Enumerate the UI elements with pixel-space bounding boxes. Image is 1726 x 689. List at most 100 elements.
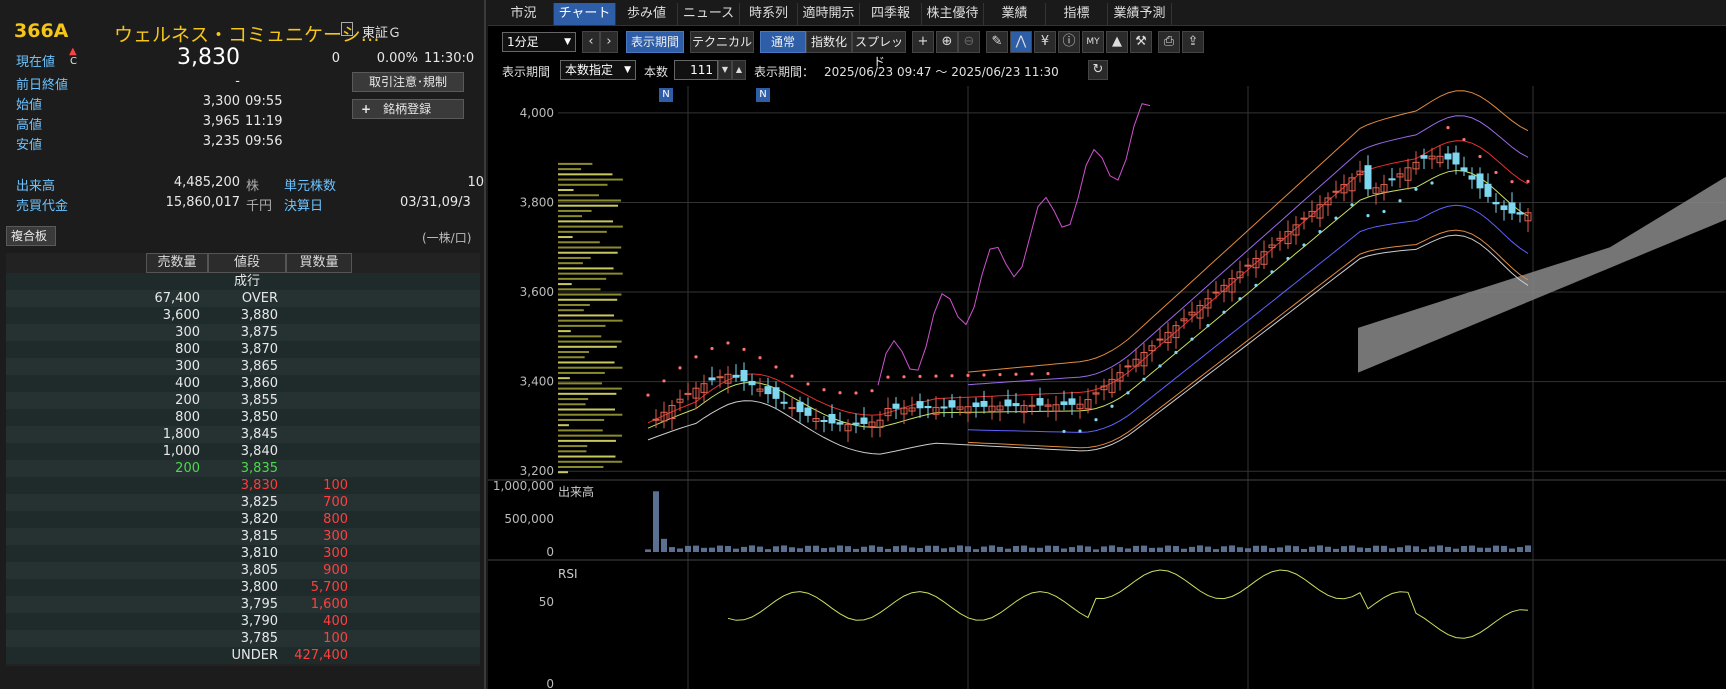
display-period-button[interactable]: 表示期間 [626, 31, 684, 53]
volume-bar [1093, 549, 1099, 552]
candle-body [1028, 404, 1036, 407]
volume-profile-bar [558, 314, 615, 317]
volume-bar [877, 546, 883, 552]
volume-bar [1037, 547, 1043, 552]
sar-dot [1062, 429, 1066, 434]
volume-profile-bar [558, 246, 622, 249]
crosshair-icon[interactable]: + [912, 31, 934, 53]
count-input[interactable]: 111 [674, 60, 718, 80]
order-book-row[interactable]: 1,800 3,845 [6, 426, 480, 443]
technical-button[interactable]: テクニカル [690, 31, 754, 53]
tab-3[interactable]: ニュース [678, 3, 740, 25]
volume-profile-bar [558, 455, 616, 458]
order-book-row[interactable]: 67,400 OVER [6, 290, 480, 307]
period-mode-select[interactable]: 本数指定 ▼ [560, 60, 636, 80]
volume-pane-label: 出来高 [558, 484, 594, 499]
tab-1[interactable]: チャート [554, 3, 616, 25]
tab-10[interactable]: 業績予測 [1108, 3, 1172, 25]
volume-bar [733, 548, 739, 552]
candle-body [740, 370, 748, 382]
moving-average-line [647, 140, 1529, 424]
plus-icon: + [361, 102, 372, 116]
tab-5[interactable]: 適時開示 [798, 3, 860, 25]
order-book-row[interactable]: 3,785 100 [6, 630, 480, 647]
area-chart-icon[interactable]: ▲ [1106, 31, 1128, 53]
sell-qty-cell: 200 [175, 461, 200, 476]
tab-7[interactable]: 株主優待 [922, 3, 984, 25]
count-up-icon[interactable]: ▲ [732, 60, 746, 80]
zoom-out-icon[interactable]: ⊖ [958, 31, 980, 53]
order-book-row[interactable]: 400 3,860 [6, 375, 480, 392]
refresh-icon[interactable]: ↻ [1088, 60, 1108, 80]
register-button[interactable]: + 銘柄登録 [352, 99, 464, 119]
order-book-row[interactable]: 3,830 100 [6, 477, 480, 494]
normal-button[interactable]: 通常 [760, 31, 806, 53]
export-icon[interactable]: ⇪ [1182, 31, 1204, 53]
sell-qty-cell: 1,000 [162, 444, 200, 459]
order-book-row[interactable]: 3,800 5,700 [6, 579, 480, 596]
trade-caution-button[interactable]: 取引注意･規制 [352, 72, 464, 92]
volume-bar [1117, 547, 1123, 552]
sell-qty-cell: 1,800 [162, 427, 200, 442]
volume-bar [757, 546, 763, 552]
spread-button[interactable]: スプレッド [852, 31, 906, 69]
order-book-row[interactable]: 3,810 300 [6, 545, 480, 562]
order-book-row[interactable]: 成行 [6, 273, 480, 290]
trend-icon[interactable]: ⋀ [1010, 31, 1032, 53]
document-icon[interactable] [341, 22, 353, 36]
yen-icon[interactable]: ¥ [1034, 31, 1056, 53]
low-label: 安値 [16, 138, 43, 153]
volume-profile-bar [558, 382, 602, 385]
interval-select[interactable]: 1分足 ▼ [502, 32, 576, 52]
tab-9[interactable]: 指標 [1046, 3, 1108, 25]
order-book-row[interactable]: UNDER 427,400 [6, 647, 480, 664]
candle-body [972, 402, 980, 408]
composite-board-button[interactable]: 複合板 [6, 226, 56, 246]
order-book-row[interactable]: 3,795 1,600 [6, 596, 480, 613]
order-book-row[interactable]: 800 3,850 [6, 409, 480, 426]
volume-bar [1373, 545, 1379, 552]
order-book-row[interactable]: 200 3,855 [6, 392, 480, 409]
tab-2[interactable]: 歩み値 [616, 3, 678, 25]
volume-bar [1317, 545, 1323, 552]
volume-profile-bar [558, 241, 600, 244]
volume-bar [709, 547, 715, 552]
volume-bar [1205, 546, 1211, 552]
open-label: 始値 [16, 98, 43, 113]
order-book-row[interactable]: 300 3,875 [6, 324, 480, 341]
prev-icon[interactable]: ‹ [582, 31, 600, 53]
next-icon[interactable]: › [600, 31, 618, 53]
order-book-row[interactable]: 3,820 800 [6, 511, 480, 528]
order-book-row[interactable]: 800 3,870 [6, 341, 480, 358]
count-down-icon[interactable]: ▼ [718, 60, 732, 80]
tab-8[interactable]: 業績 [984, 3, 1046, 25]
news-marker-0[interactable]: N [659, 88, 673, 102]
volume-bar [1301, 548, 1307, 552]
order-book-row[interactable]: 3,805 900 [6, 562, 480, 579]
print-icon[interactable]: ⎙ [1158, 31, 1180, 53]
tab-0[interactable]: 市況 [494, 3, 554, 25]
wrench-icon[interactable]: ⚒ [1130, 31, 1152, 53]
index-button[interactable]: 指数化 [806, 31, 852, 53]
sar-dot [838, 391, 842, 395]
volume-y-tick: 1,000,000 [493, 479, 554, 493]
chart-area[interactable]: 3,200 3,400 3,600 3,800 4,000 出来高 1,000,000 500… [488, 9, 1726, 689]
my-indicator-icon[interactable]: MY [1082, 31, 1104, 53]
order-book-row[interactable]: 3,790 400 [6, 613, 480, 630]
order-book-row[interactable]: 3,815 300 [6, 528, 480, 545]
order-book-row[interactable]: 200 3,835 [6, 460, 480, 477]
order-book-row[interactable]: 3,825 700 [6, 494, 480, 511]
tab-6[interactable]: 四季報 [860, 3, 922, 25]
sar-dot [710, 346, 714, 351]
news-marker-1[interactable]: N [756, 88, 770, 102]
price-chart-svg[interactable]: 3,2003,4003,6003,8004,000出来高1,000,000500… [488, 9, 1726, 689]
pencil-icon[interactable]: ✎ [986, 31, 1008, 53]
order-book-row[interactable]: 3,600 3,880 [6, 307, 480, 324]
zoom-in-icon[interactable]: ⊕ [936, 31, 958, 53]
tab-4[interactable]: 時系列 [740, 3, 798, 25]
info-icon[interactable]: ⓘ [1058, 31, 1080, 53]
volume-profile-bar [558, 173, 613, 176]
order-book-row[interactable]: 1,000 3,840 [6, 443, 480, 460]
period-mode-value: 本数指定 [565, 63, 614, 77]
order-book-row[interactable]: 300 3,865 [6, 358, 480, 375]
